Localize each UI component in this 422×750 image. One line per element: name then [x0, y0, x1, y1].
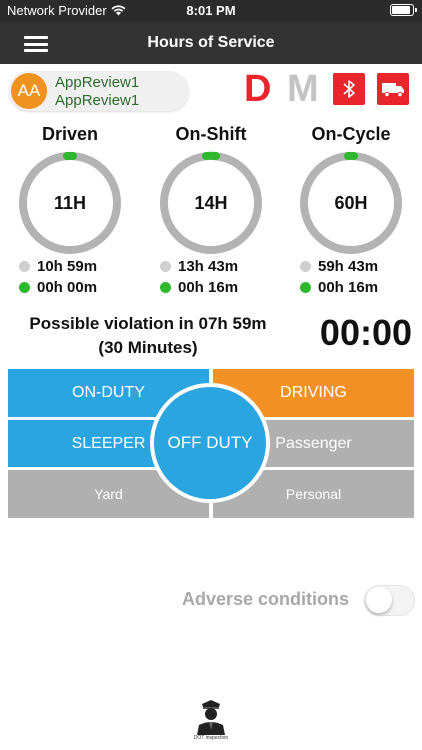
battery-icon — [390, 4, 417, 16]
gauge-on-shift: On-Shift 14H 13h 43m 00h 16m — [152, 124, 270, 296]
violation-line2: (30 Minutes) — [98, 338, 198, 357]
bluetooth-button[interactable] — [333, 73, 365, 105]
off-duty-button[interactable]: OFF DUTY — [150, 383, 270, 503]
bluetooth-icon — [343, 80, 355, 98]
adverse-conditions-toggle[interactable] — [364, 585, 415, 616]
dot-inspection-label: DOT inspection — [193, 735, 229, 741]
gauge-value: 14H — [194, 193, 228, 213]
gauge-used: 00h 16m — [300, 279, 378, 296]
avatar: AA — [11, 73, 47, 109]
d-indicator: D — [244, 68, 272, 110]
officer-icon — [197, 700, 225, 735]
gauge-title: On-Cycle — [311, 124, 391, 144]
gauge-on-cycle: On-Cycle 60H 59h 43m 00h 16m — [292, 124, 410, 296]
gauge-remaining: 59h 43m — [300, 258, 378, 275]
gauge-remaining: 13h 43m — [160, 258, 238, 275]
adverse-conditions-label: Adverse conditions — [182, 589, 350, 609]
user-name-line2: AppReview1 — [55, 92, 140, 109]
user-name-line1: AppReview1 — [55, 74, 140, 91]
violation-line1: Possible violation in 07h 59m — [29, 314, 267, 333]
gauge-title: On-Shift — [175, 124, 247, 144]
truck-icon — [382, 83, 404, 98]
gauge-value: 60H — [334, 193, 368, 213]
gauge-value: 11H — [53, 193, 87, 213]
gauge-driven: Driven 11H 10h 59m 00h 00m — [11, 124, 129, 296]
gauge-title: Driven — [41, 124, 99, 144]
violation-warning: Possible violation in 07h 59m (30 Minute… — [8, 312, 288, 360]
gauge-used: 00h 00m — [19, 279, 97, 296]
page-title: Hours of Service — [147, 34, 275, 51]
dot-inspection-button[interactable]: DOT inspection — [190, 697, 232, 743]
gauge-remaining: 10h 59m — [19, 258, 97, 275]
status-time: 8:01 PM — [186, 3, 236, 18]
status-bar: Network Provider 8:01 PM — [0, 0, 422, 22]
violation-timer: 00:00 — [319, 312, 412, 353]
m-indicator: M — [287, 68, 319, 110]
gauge-used: 00h 16m — [160, 279, 238, 296]
user-pill[interactable]: AA AppReview1 AppReview1 — [9, 71, 189, 111]
nav-bar: Hours of Service — [0, 22, 422, 64]
truck-button[interactable] — [377, 73, 409, 105]
